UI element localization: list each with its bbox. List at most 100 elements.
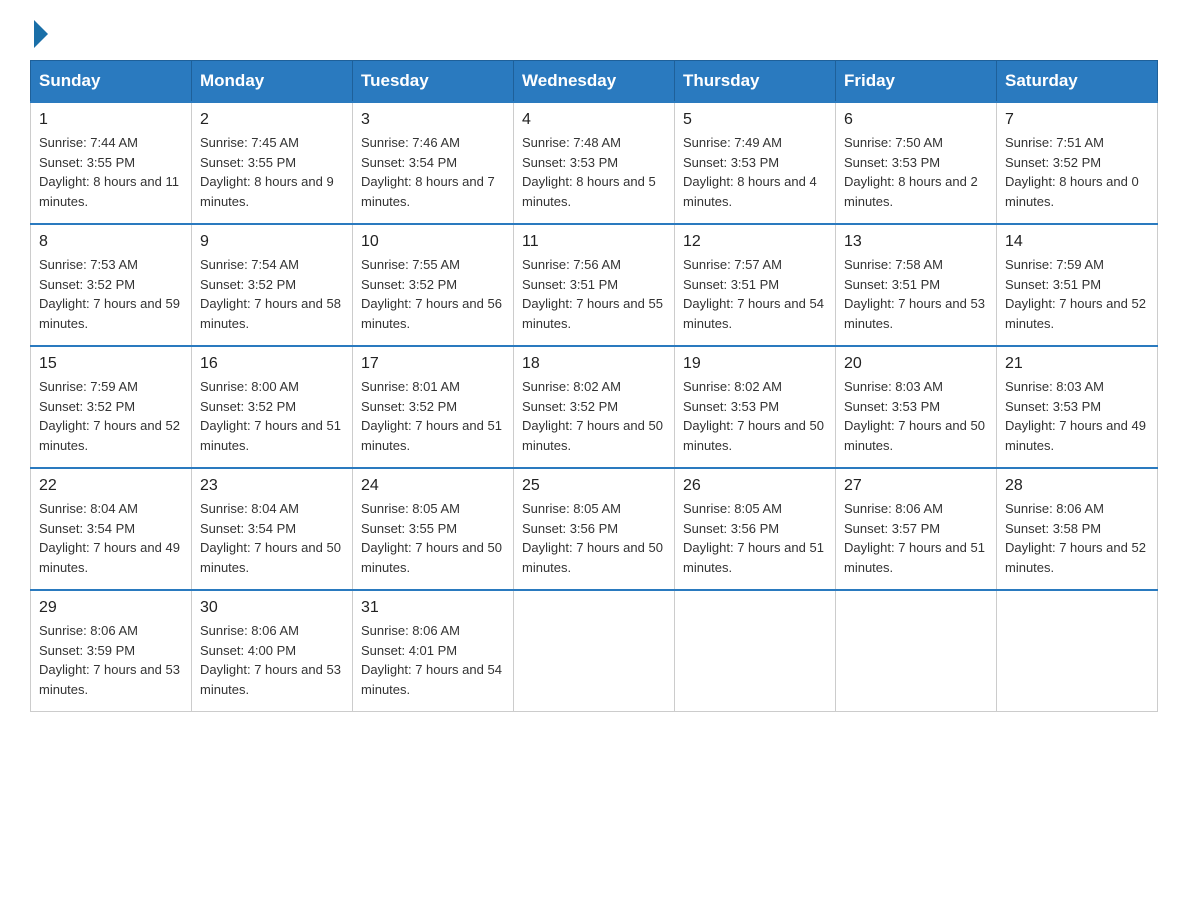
day-number: 26 <box>683 477 827 495</box>
day-number: 30 <box>200 599 344 617</box>
day-number: 11 <box>522 233 666 251</box>
day-info: Sunrise: 7:57 AMSunset: 3:51 PMDaylight:… <box>683 255 827 333</box>
day-info: Sunrise: 8:02 AMSunset: 3:52 PMDaylight:… <box>522 377 666 455</box>
day-info: Sunrise: 7:59 AMSunset: 3:52 PMDaylight:… <box>39 377 183 455</box>
day-number: 31 <box>361 599 505 617</box>
calendar-week-row: 15 Sunrise: 7:59 AMSunset: 3:52 PMDaylig… <box>31 346 1158 468</box>
day-number: 4 <box>522 111 666 129</box>
calendar-cell: 1 Sunrise: 7:44 AMSunset: 3:55 PMDayligh… <box>31 102 192 224</box>
day-info: Sunrise: 8:06 AMSunset: 3:58 PMDaylight:… <box>1005 499 1149 577</box>
calendar-cell <box>997 590 1158 712</box>
calendar-cell: 15 Sunrise: 7:59 AMSunset: 3:52 PMDaylig… <box>31 346 192 468</box>
calendar-cell: 16 Sunrise: 8:00 AMSunset: 3:52 PMDaylig… <box>192 346 353 468</box>
calendar-header-monday: Monday <box>192 61 353 103</box>
calendar-header-thursday: Thursday <box>675 61 836 103</box>
day-info: Sunrise: 8:02 AMSunset: 3:53 PMDaylight:… <box>683 377 827 455</box>
day-number: 27 <box>844 477 988 495</box>
day-number: 23 <box>200 477 344 495</box>
calendar-week-row: 29 Sunrise: 8:06 AMSunset: 3:59 PMDaylig… <box>31 590 1158 712</box>
calendar-cell: 10 Sunrise: 7:55 AMSunset: 3:52 PMDaylig… <box>353 224 514 346</box>
calendar-cell: 4 Sunrise: 7:48 AMSunset: 3:53 PMDayligh… <box>514 102 675 224</box>
day-info: Sunrise: 7:59 AMSunset: 3:51 PMDaylight:… <box>1005 255 1149 333</box>
calendar-cell: 18 Sunrise: 8:02 AMSunset: 3:52 PMDaylig… <box>514 346 675 468</box>
calendar-cell: 31 Sunrise: 8:06 AMSunset: 4:01 PMDaylig… <box>353 590 514 712</box>
day-info: Sunrise: 7:51 AMSunset: 3:52 PMDaylight:… <box>1005 133 1149 211</box>
day-number: 24 <box>361 477 505 495</box>
day-number: 8 <box>39 233 183 251</box>
calendar-cell: 13 Sunrise: 7:58 AMSunset: 3:51 PMDaylig… <box>836 224 997 346</box>
calendar-week-row: 8 Sunrise: 7:53 AMSunset: 3:52 PMDayligh… <box>31 224 1158 346</box>
day-info: Sunrise: 8:03 AMSunset: 3:53 PMDaylight:… <box>1005 377 1149 455</box>
day-info: Sunrise: 8:00 AMSunset: 3:52 PMDaylight:… <box>200 377 344 455</box>
calendar-cell: 8 Sunrise: 7:53 AMSunset: 3:52 PMDayligh… <box>31 224 192 346</box>
day-info: Sunrise: 7:55 AMSunset: 3:52 PMDaylight:… <box>361 255 505 333</box>
day-info: Sunrise: 7:44 AMSunset: 3:55 PMDaylight:… <box>39 133 183 211</box>
day-info: Sunrise: 8:05 AMSunset: 3:56 PMDaylight:… <box>683 499 827 577</box>
calendar-cell: 14 Sunrise: 7:59 AMSunset: 3:51 PMDaylig… <box>997 224 1158 346</box>
day-number: 6 <box>844 111 988 129</box>
day-info: Sunrise: 7:50 AMSunset: 3:53 PMDaylight:… <box>844 133 988 211</box>
day-number: 3 <box>361 111 505 129</box>
calendar-cell: 24 Sunrise: 8:05 AMSunset: 3:55 PMDaylig… <box>353 468 514 590</box>
day-number: 29 <box>39 599 183 617</box>
calendar-cell: 25 Sunrise: 8:05 AMSunset: 3:56 PMDaylig… <box>514 468 675 590</box>
calendar-cell: 29 Sunrise: 8:06 AMSunset: 3:59 PMDaylig… <box>31 590 192 712</box>
day-number: 18 <box>522 355 666 373</box>
day-number: 20 <box>844 355 988 373</box>
day-number: 5 <box>683 111 827 129</box>
calendar-cell: 5 Sunrise: 7:49 AMSunset: 3:53 PMDayligh… <box>675 102 836 224</box>
calendar-cell <box>675 590 836 712</box>
calendar-cell: 7 Sunrise: 7:51 AMSunset: 3:52 PMDayligh… <box>997 102 1158 224</box>
calendar-table: SundayMondayTuesdayWednesdayThursdayFrid… <box>30 60 1158 712</box>
logo <box>30 20 48 44</box>
day-info: Sunrise: 7:49 AMSunset: 3:53 PMDaylight:… <box>683 133 827 211</box>
day-info: Sunrise: 8:06 AMSunset: 4:00 PMDaylight:… <box>200 621 344 699</box>
calendar-header-sunday: Sunday <box>31 61 192 103</box>
day-info: Sunrise: 7:45 AMSunset: 3:55 PMDaylight:… <box>200 133 344 211</box>
day-number: 17 <box>361 355 505 373</box>
day-number: 13 <box>844 233 988 251</box>
calendar-cell: 2 Sunrise: 7:45 AMSunset: 3:55 PMDayligh… <box>192 102 353 224</box>
calendar-cell: 20 Sunrise: 8:03 AMSunset: 3:53 PMDaylig… <box>836 346 997 468</box>
calendar-cell: 26 Sunrise: 8:05 AMSunset: 3:56 PMDaylig… <box>675 468 836 590</box>
calendar-week-row: 22 Sunrise: 8:04 AMSunset: 3:54 PMDaylig… <box>31 468 1158 590</box>
day-info: Sunrise: 8:03 AMSunset: 3:53 PMDaylight:… <box>844 377 988 455</box>
day-number: 28 <box>1005 477 1149 495</box>
calendar-cell: 23 Sunrise: 8:04 AMSunset: 3:54 PMDaylig… <box>192 468 353 590</box>
day-info: Sunrise: 7:56 AMSunset: 3:51 PMDaylight:… <box>522 255 666 333</box>
day-number: 1 <box>39 111 183 129</box>
calendar-cell: 9 Sunrise: 7:54 AMSunset: 3:52 PMDayligh… <box>192 224 353 346</box>
calendar-cell: 11 Sunrise: 7:56 AMSunset: 3:51 PMDaylig… <box>514 224 675 346</box>
day-number: 21 <box>1005 355 1149 373</box>
day-info: Sunrise: 8:01 AMSunset: 3:52 PMDaylight:… <box>361 377 505 455</box>
day-number: 25 <box>522 477 666 495</box>
calendar-header-wednesday: Wednesday <box>514 61 675 103</box>
day-info: Sunrise: 7:46 AMSunset: 3:54 PMDaylight:… <box>361 133 505 211</box>
day-info: Sunrise: 8:06 AMSunset: 3:57 PMDaylight:… <box>844 499 988 577</box>
calendar-cell: 30 Sunrise: 8:06 AMSunset: 4:00 PMDaylig… <box>192 590 353 712</box>
calendar-cell: 12 Sunrise: 7:57 AMSunset: 3:51 PMDaylig… <box>675 224 836 346</box>
calendar-cell <box>836 590 997 712</box>
day-info: Sunrise: 8:06 AMSunset: 3:59 PMDaylight:… <box>39 621 183 699</box>
day-info: Sunrise: 8:04 AMSunset: 3:54 PMDaylight:… <box>200 499 344 577</box>
day-info: Sunrise: 7:53 AMSunset: 3:52 PMDaylight:… <box>39 255 183 333</box>
day-number: 2 <box>200 111 344 129</box>
day-number: 9 <box>200 233 344 251</box>
calendar-cell: 28 Sunrise: 8:06 AMSunset: 3:58 PMDaylig… <box>997 468 1158 590</box>
day-number: 16 <box>200 355 344 373</box>
day-number: 22 <box>39 477 183 495</box>
calendar-cell <box>514 590 675 712</box>
calendar-week-row: 1 Sunrise: 7:44 AMSunset: 3:55 PMDayligh… <box>31 102 1158 224</box>
day-number: 10 <box>361 233 505 251</box>
day-info: Sunrise: 8:06 AMSunset: 4:01 PMDaylight:… <box>361 621 505 699</box>
day-number: 7 <box>1005 111 1149 129</box>
calendar-header-tuesday: Tuesday <box>353 61 514 103</box>
day-info: Sunrise: 8:05 AMSunset: 3:56 PMDaylight:… <box>522 499 666 577</box>
calendar-cell: 6 Sunrise: 7:50 AMSunset: 3:53 PMDayligh… <box>836 102 997 224</box>
calendar-cell: 17 Sunrise: 8:01 AMSunset: 3:52 PMDaylig… <box>353 346 514 468</box>
logo-general-text <box>30 20 48 48</box>
day-number: 12 <box>683 233 827 251</box>
calendar-header-row: SundayMondayTuesdayWednesdayThursdayFrid… <box>31 61 1158 103</box>
calendar-cell: 3 Sunrise: 7:46 AMSunset: 3:54 PMDayligh… <box>353 102 514 224</box>
page-header <box>30 20 1158 44</box>
